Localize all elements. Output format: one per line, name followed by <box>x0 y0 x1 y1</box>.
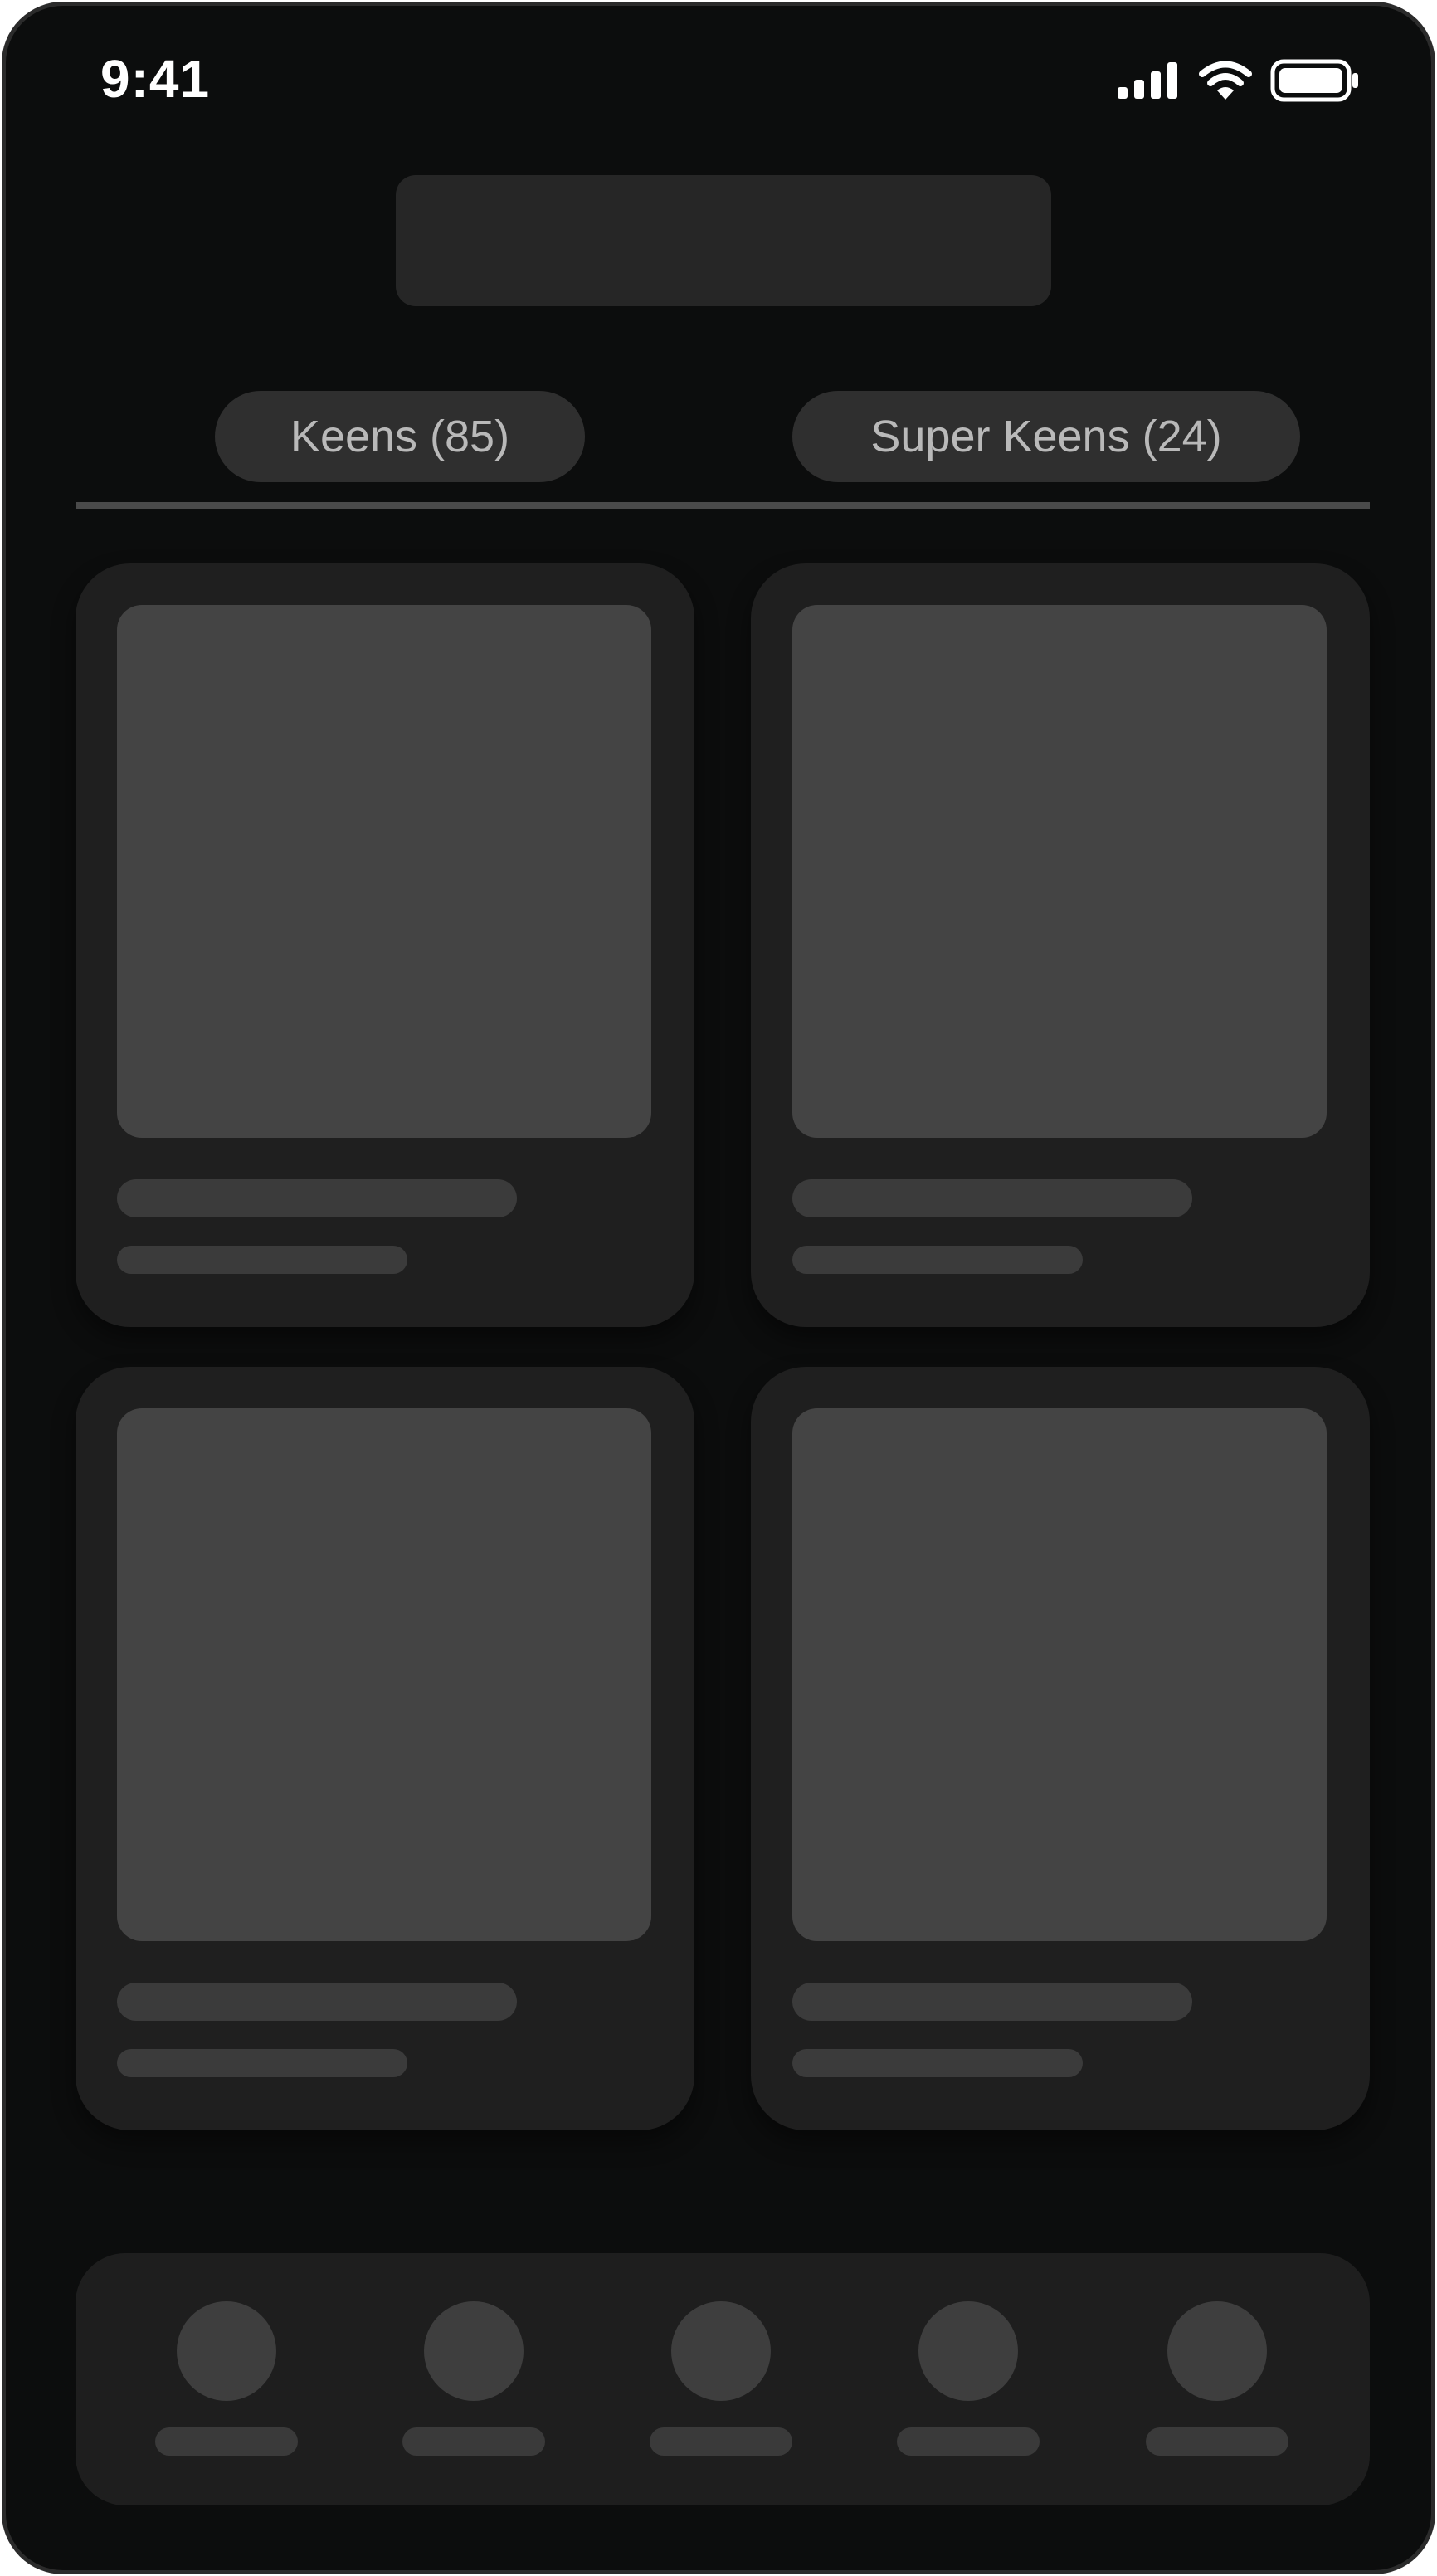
bottom-nav-item[interactable] <box>894 2253 1043 2505</box>
card-subtitle-placeholder <box>117 2049 407 2077</box>
bottom-nav <box>76 2253 1370 2505</box>
tab-divider <box>76 502 1370 509</box>
status-icons <box>1118 57 1360 104</box>
tab-keens[interactable]: Keens (85) <box>215 391 585 482</box>
card-image-placeholder <box>792 605 1327 1138</box>
card-title-placeholder <box>117 1179 517 1217</box>
bottom-nav-item[interactable] <box>1142 2253 1292 2505</box>
nav-label-placeholder <box>897 2427 1040 2456</box>
card-item[interactable] <box>76 1367 694 2130</box>
battery-icon <box>1270 59 1358 102</box>
card-item[interactable] <box>76 564 694 1327</box>
wifi-icon <box>1199 61 1252 100</box>
cellular-signal-icon <box>1118 62 1177 99</box>
card-title-placeholder <box>792 1983 1192 2021</box>
nav-label-placeholder <box>402 2427 545 2456</box>
phone-screen: 9:41 Keens (85) Super Keens (24) <box>2 2 1435 2574</box>
nav-icon-placeholder <box>177 2301 276 2401</box>
card-item[interactable] <box>751 1367 1370 2130</box>
nav-icon-placeholder <box>1167 2301 1267 2401</box>
nav-icon-placeholder <box>671 2301 771 2401</box>
card-subtitle-placeholder <box>792 1246 1083 1274</box>
nav-icon-placeholder <box>918 2301 1018 2401</box>
card-image-placeholder <box>117 1408 651 1941</box>
bottom-nav-item[interactable] <box>646 2253 796 2505</box>
card-title-placeholder <box>117 1983 517 2021</box>
card-subtitle-placeholder <box>117 1246 407 1274</box>
nav-label-placeholder <box>155 2427 298 2456</box>
card-item[interactable] <box>751 564 1370 1327</box>
card-subtitle-placeholder <box>792 2049 1083 2077</box>
nav-label-placeholder <box>1146 2427 1288 2456</box>
title-placeholder <box>396 175 1051 306</box>
card-image-placeholder <box>117 605 651 1138</box>
nav-icon-placeholder <box>424 2301 524 2401</box>
bottom-nav-item[interactable] <box>152 2253 301 2505</box>
status-time: 9:41 <box>100 49 211 109</box>
nav-label-placeholder <box>650 2427 792 2456</box>
tab-super-keens[interactable]: Super Keens (24) <box>792 391 1300 482</box>
card-title-placeholder <box>792 1179 1192 1217</box>
bottom-nav-item[interactable] <box>399 2253 548 2505</box>
card-image-placeholder <box>792 1408 1327 1941</box>
